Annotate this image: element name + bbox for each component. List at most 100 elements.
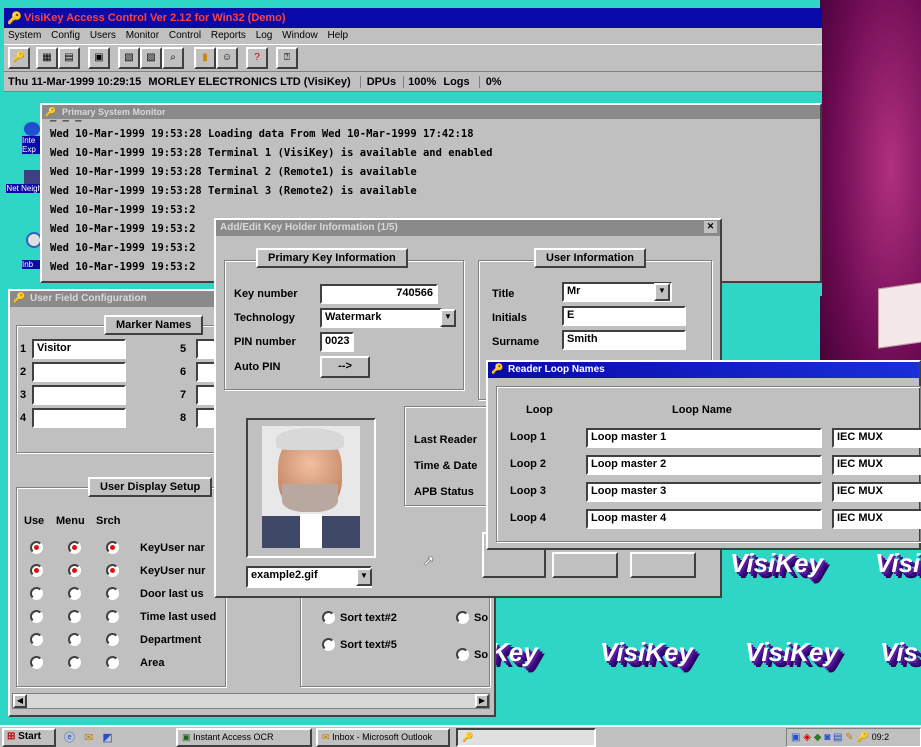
loop-name-field[interactable]: Loop master 1: [586, 428, 822, 448]
marker-8-field[interactable]: [196, 408, 216, 428]
inbox-desktop-icon[interactable]: Inb: [22, 232, 42, 276]
menu-system[interactable]: System: [8, 30, 41, 41]
menu-config[interactable]: Config: [51, 30, 80, 41]
display-use-radio[interactable]: [30, 541, 43, 554]
chevron-down-icon[interactable]: ▼: [356, 568, 372, 586]
sort-text-5-radio[interactable]: [322, 638, 335, 651]
key-icon: 🔑: [45, 107, 57, 117]
display-menu-radio[interactable]: [68, 564, 81, 577]
close-icon[interactable]: ✕: [704, 221, 717, 233]
col-srch: Srch: [96, 515, 121, 527]
display-srch-radio[interactable]: [106, 587, 119, 600]
outlook-quicklaunch-icon[interactable]: ✉: [84, 732, 93, 744]
display-menu-radio[interactable]: [68, 610, 81, 623]
loop-type-field[interactable]: IEC MUX: [832, 482, 921, 502]
loop-name-field[interactable]: Loop master 3: [586, 482, 822, 502]
display-srch-radio[interactable]: [106, 564, 119, 577]
tray-icon[interactable]: ◈: [803, 732, 811, 743]
grid-tool-button[interactable]: ▤: [58, 47, 80, 69]
display-use-radio[interactable]: [30, 656, 43, 669]
marker-7-field[interactable]: [196, 385, 216, 405]
reader-loop-title-bar[interactable]: 🔑 Reader Loop Names: [488, 362, 919, 378]
desktop-quicklaunch-icon[interactable]: ◩: [102, 732, 112, 744]
dialog-button[interactable]: [552, 552, 618, 578]
chevron-down-icon[interactable]: ▼: [654, 283, 670, 301]
loop-type-field[interactable]: IEC MUX: [832, 455, 921, 475]
person-tool-button[interactable]: ☺: [216, 47, 238, 69]
marker-6-field[interactable]: [196, 362, 216, 382]
pin-field[interactable]: 0023: [320, 332, 354, 352]
menu-control[interactable]: Control: [169, 30, 201, 41]
display-menu-radio[interactable]: [68, 656, 81, 669]
technology-select[interactable]: Watermark: [320, 308, 442, 328]
key-number-field[interactable]: 740566: [320, 284, 438, 304]
keyholder-title-bar[interactable]: Add/Edit Key Holder Information (1/5) ✕: [216, 220, 720, 236]
auto-pin-button[interactable]: -->: [320, 356, 370, 378]
menu-log[interactable]: Log: [256, 30, 273, 41]
chevron-down-icon[interactable]: ▼: [440, 309, 456, 327]
sort-text-partial-radio[interactable]: [456, 611, 469, 624]
marker-2-field[interactable]: [32, 362, 126, 382]
taskbar-item-label: Instant Access OCR: [193, 732, 274, 742]
loop-type-field[interactable]: IEC MUX: [832, 428, 921, 448]
marker-1-field[interactable]: Visitor: [32, 339, 126, 359]
sort-text-2-radio[interactable]: [322, 611, 335, 624]
marker-3-field[interactable]: [32, 385, 126, 405]
menu-window[interactable]: Window: [282, 30, 318, 41]
loop-name-field[interactable]: Loop master 4: [586, 509, 822, 529]
main-window-title: VisiKey Access Control Ver 2.12 for Win3…: [24, 12, 286, 24]
search-tool-button[interactable]: ⌕: [162, 47, 184, 69]
users-tool-button[interactable]: ▦: [36, 47, 58, 69]
taskbar-item-ocr[interactable]: ▣ Instant Access OCR: [176, 728, 312, 747]
taskbar-item-outlook[interactable]: ✉ Inbox - Microsoft Outlook: [316, 728, 450, 747]
tray-icon[interactable]: ✎: [845, 732, 853, 743]
horizontal-scrollbar[interactable]: ◀ ▶: [12, 693, 490, 709]
display-srch-radio[interactable]: [106, 656, 119, 669]
display-srch-radio[interactable]: [106, 633, 119, 646]
menu-reports[interactable]: Reports: [211, 30, 246, 41]
tray-icon[interactable]: 🔑: [856, 732, 868, 743]
ie-desktop-icon[interactable]: Inte Exp: [22, 122, 42, 156]
main-window-title-bar[interactable]: 🔑 VisiKey Access Control Ver 2.12 for Wi…: [4, 8, 822, 28]
tray-icon[interactable]: ◆: [814, 732, 822, 743]
scroll-right-button[interactable]: ▶: [475, 694, 489, 708]
ie-quicklaunch-icon[interactable]: ⓔ: [64, 732, 75, 744]
marker-4-field[interactable]: [32, 408, 126, 428]
display-use-radio[interactable]: [30, 610, 43, 623]
menu-help[interactable]: Help: [328, 30, 349, 41]
scroll-left-button[interactable]: ◀: [13, 694, 27, 708]
loop-name-field[interactable]: Loop master 2: [586, 455, 822, 475]
key-tool-button[interactable]: 🔑: [8, 47, 30, 69]
menu-monitor[interactable]: Monitor: [126, 30, 159, 41]
display-srch-radio[interactable]: [106, 541, 119, 554]
view-tool-button[interactable]: ▨: [140, 47, 162, 69]
tray-icon[interactable]: ▤: [833, 732, 842, 743]
display-use-radio[interactable]: [30, 633, 43, 646]
display-menu-radio[interactable]: [68, 587, 81, 600]
display-use-radio[interactable]: [30, 564, 43, 577]
display-menu-radio[interactable]: [68, 633, 81, 646]
display-use-radio[interactable]: [30, 587, 43, 600]
context-help-tool-button[interactable]: ⍰: [276, 47, 298, 69]
marker-5-field[interactable]: [196, 339, 216, 359]
monitor-tool-button[interactable]: ▣: [88, 47, 110, 69]
key-number-label: Key number: [234, 288, 298, 300]
tray-icon[interactable]: ▣: [791, 732, 800, 743]
taskbar-item-visikey[interactable]: 🔑: [456, 728, 596, 747]
report-tool-button[interactable]: ▧: [118, 47, 140, 69]
system-monitor-title-bar[interactable]: 🔑 Primary System Monitor: [42, 105, 820, 119]
help-tool-button[interactable]: ?: [246, 47, 268, 69]
photo-file-select[interactable]: example2.gif: [246, 566, 372, 588]
menu-users[interactable]: Users: [90, 30, 116, 41]
tray-icon[interactable]: ◙: [824, 732, 830, 743]
dialog-button[interactable]: [630, 552, 696, 578]
door-tool-button[interactable]: ▮: [194, 47, 216, 69]
display-menu-radio[interactable]: [68, 541, 81, 554]
start-button[interactable]: ⊞ Start: [2, 728, 56, 747]
surname-field[interactable]: Smith: [562, 330, 686, 350]
initials-field[interactable]: E: [562, 306, 686, 326]
display-srch-radio[interactable]: [106, 610, 119, 623]
network-desktop-icon[interactable]: Net Neigh: [6, 170, 42, 210]
sort-text-partial-radio[interactable]: [456, 648, 469, 661]
loop-type-field[interactable]: IEC MUX: [832, 509, 921, 529]
